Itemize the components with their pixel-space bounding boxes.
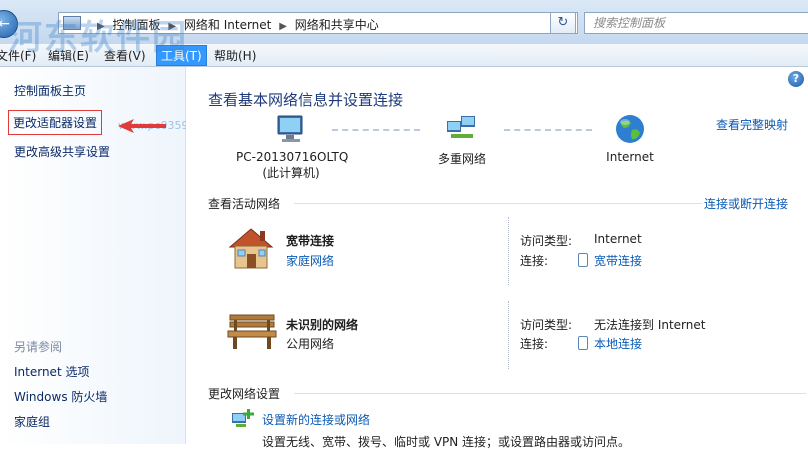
network-category: 公用网络 — [286, 337, 335, 351]
public-network-bench-icon — [227, 314, 277, 349]
home-network-icon — [228, 228, 274, 269]
map-node-label: PC-20130716OLTQ — [236, 150, 349, 164]
view-full-map-link[interactable]: 查看完整映射 — [716, 116, 788, 133]
menu-help[interactable]: 帮助(H) — [214, 47, 256, 64]
access-type-label: 访问类型: — [520, 318, 573, 332]
active-networks-heading: 查看活动网络 — [208, 197, 281, 211]
computer-icon — [277, 115, 303, 142]
section-divider — [294, 393, 806, 394]
connection-name: 宽带连接 — [594, 254, 643, 268]
watermark-logo: 河东软件园 — [8, 18, 188, 58]
map-node-internet[interactable]: Internet — [590, 113, 670, 164]
breadcrumb-network-sharing-center[interactable]: 网络和共享中心 — [295, 18, 379, 32]
access-type-label: 访问类型: — [520, 234, 573, 248]
help-icon[interactable]: ? — [788, 71, 804, 87]
section-divider — [294, 203, 702, 204]
connection-name: 本地连接 — [594, 337, 643, 351]
dialup-connection-icon — [578, 253, 588, 267]
connection-line — [332, 129, 420, 131]
globe-icon — [616, 115, 644, 143]
new-connection-icon — [232, 409, 254, 427]
map-node-label: 多重网络 — [437, 152, 486, 166]
sidebar: www.pc0359.cn 控制面板主页 更改适配器设置 更改高级共享设置 另请… — [0, 67, 205, 444]
sidebar-link-homegroup[interactable]: 家庭组 — [14, 413, 50, 430]
connection-label: 连接: — [520, 254, 549, 268]
column-divider — [508, 217, 509, 285]
sidebar-link-change-adapter-settings[interactable]: 更改适配器设置 — [8, 110, 103, 135]
search-input[interactable]: 搜索控制面板 — [584, 12, 808, 34]
connect-disconnect-link[interactable]: 连接或断开连接 — [704, 195, 788, 212]
multiple-networks-icon — [447, 116, 475, 138]
map-node-multiple-networks[interactable]: 多重网络 — [422, 113, 502, 167]
sidebar-link-internet-options[interactable]: Internet 选项 — [14, 363, 89, 380]
column-divider — [508, 301, 509, 369]
page-title: 查看基本网络信息并设置连接 — [208, 91, 404, 109]
sidebar-link-windows-firewall[interactable]: Windows 防火墙 — [14, 388, 107, 405]
network-category-link[interactable]: 家庭网络 — [286, 252, 334, 269]
access-type-value: 无法连接到 Internet — [594, 318, 706, 332]
breadcrumb-network-internet[interactable]: 网络和 Internet — [184, 18, 271, 32]
local-connection-icon — [578, 336, 588, 350]
setup-new-connection-desc: 设置无线、宽带、拨号、临时或 VPN 连接；或设置路由器或访问点。 — [262, 435, 631, 449]
network-name: 未识别的网络 — [286, 318, 359, 332]
main-content: ? 查看基本网络信息并设置连接 查看完整映射 PC-20130716OLTQ (… — [186, 67, 808, 449]
connection-value-link[interactable]: 宽带连接 — [578, 252, 642, 269]
red-arrow-icon — [118, 119, 166, 133]
connection-value-link[interactable]: 本地连接 — [578, 335, 642, 352]
change-settings-heading: 更改网络设置 — [208, 387, 281, 401]
map-node-label: Internet — [606, 150, 654, 164]
connection-label: 连接: — [520, 337, 549, 351]
connection-line — [504, 129, 592, 131]
chevron-right-icon[interactable]: ▶ — [279, 21, 287, 32]
access-type-value: Internet — [594, 232, 642, 246]
see-also-title: 另请参阅 — [14, 340, 63, 354]
refresh-button[interactable]: ↻ — [550, 12, 576, 34]
map-node-this-computer[interactable]: PC-20130716OLTQ (此计算机) — [236, 113, 349, 181]
sidebar-link-advanced-sharing[interactable]: 更改高级共享设置 — [14, 143, 110, 160]
network-name: 宽带连接 — [286, 234, 335, 248]
map-node-sublabel: (此计算机) — [262, 166, 320, 180]
setup-new-connection-link[interactable]: 设置新的连接或网络 — [262, 411, 370, 428]
sidebar-link-control-panel-home[interactable]: 控制面板主页 — [14, 82, 86, 99]
